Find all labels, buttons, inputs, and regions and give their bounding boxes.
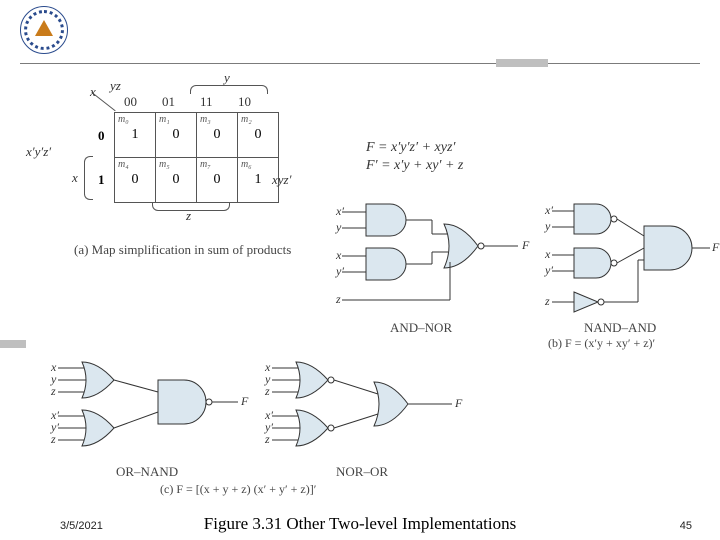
kmap-axis-x: x <box>90 84 96 100</box>
seal-logo <box>20 6 68 54</box>
equation-Fp: F′ = x′y + xy′ + z <box>366 158 463 174</box>
header-accent <box>496 59 548 67</box>
svg-text:y′: y′ <box>335 264 344 278</box>
kmap-axis-yz: yz <box>110 78 121 94</box>
header-rule <box>20 63 700 64</box>
label-nor-or: NOR–OR <box>336 464 388 480</box>
svg-text:x′: x′ <box>544 203 553 217</box>
brace-y <box>190 85 268 94</box>
svg-text:F: F <box>240 394 249 408</box>
figure-title: Figure 3.31 Other Two-level Implementati… <box>0 514 720 534</box>
svg-text:z: z <box>264 432 270 446</box>
svg-text:F: F <box>454 396 463 410</box>
svg-text:z: z <box>264 384 270 398</box>
label-and-nor: AND–NOR <box>390 320 452 336</box>
svg-text:F: F <box>711 240 720 254</box>
kmap-col-10: 10 <box>238 94 251 110</box>
caption-a: (a) Map simplification in sum of product… <box>74 242 291 258</box>
kmap-col-00: 00 <box>124 94 137 110</box>
svg-text:x: x <box>335 248 342 262</box>
svg-text:x: x <box>544 247 551 261</box>
page-number: 45 <box>680 520 692 532</box>
brace-x-label: x <box>72 170 78 186</box>
caption-b: (b) F = (x′y + xy′ + z)′ <box>548 336 655 351</box>
circuit-nand-and: x′ y x y′ z F <box>548 196 718 326</box>
label-nand-and: NAND–AND <box>584 320 656 336</box>
kmap: x yz 00 01 11 10 0 1 m₀1 m₁0 m₃0 m₂0 m₄0… <box>66 86 286 266</box>
side-accent <box>0 340 26 348</box>
svg-text:y′: y′ <box>544 263 553 277</box>
kmap-row-0: 0 <box>98 128 105 144</box>
svg-text:z: z <box>544 294 550 308</box>
kmap-col-11: 11 <box>200 94 213 110</box>
label-or-nand: OR–NAND <box>116 464 178 480</box>
circuit-nor-or: x y z x′ y′ z F <box>268 356 468 476</box>
brace-y-label: y <box>224 70 230 86</box>
kmap-table: m₀1 m₁0 m₃0 m₂0 m₄0 m₅0 m₇0 m₆1 <box>114 112 279 203</box>
implicant-xyz-bar: x′y′z′ <box>26 144 51 160</box>
svg-text:z: z <box>335 292 341 306</box>
caption-c: (c) F = [(x + y + z) (x′ + y′ + z)]′ <box>160 482 316 497</box>
circuit-and-nor: x′ y x y′ z F <box>336 196 536 326</box>
svg-text:y: y <box>335 220 342 234</box>
svg-text:F: F <box>521 238 530 252</box>
circuit-or-nand: x y z x′ y′ z F <box>54 356 254 476</box>
svg-text:z: z <box>50 384 56 398</box>
brace-z-label: z <box>186 208 191 224</box>
svg-text:y: y <box>544 219 551 233</box>
svg-text:z: z <box>50 432 56 446</box>
kmap-col-01: 01 <box>162 94 175 110</box>
svg-text:x′: x′ <box>335 204 344 218</box>
implicant-xyzp: xyz′ <box>272 172 291 188</box>
kmap-row-1: 1 <box>98 172 105 188</box>
equation-F: F = x′y′z′ + xyz′ <box>366 140 455 156</box>
brace-x <box>84 156 93 200</box>
